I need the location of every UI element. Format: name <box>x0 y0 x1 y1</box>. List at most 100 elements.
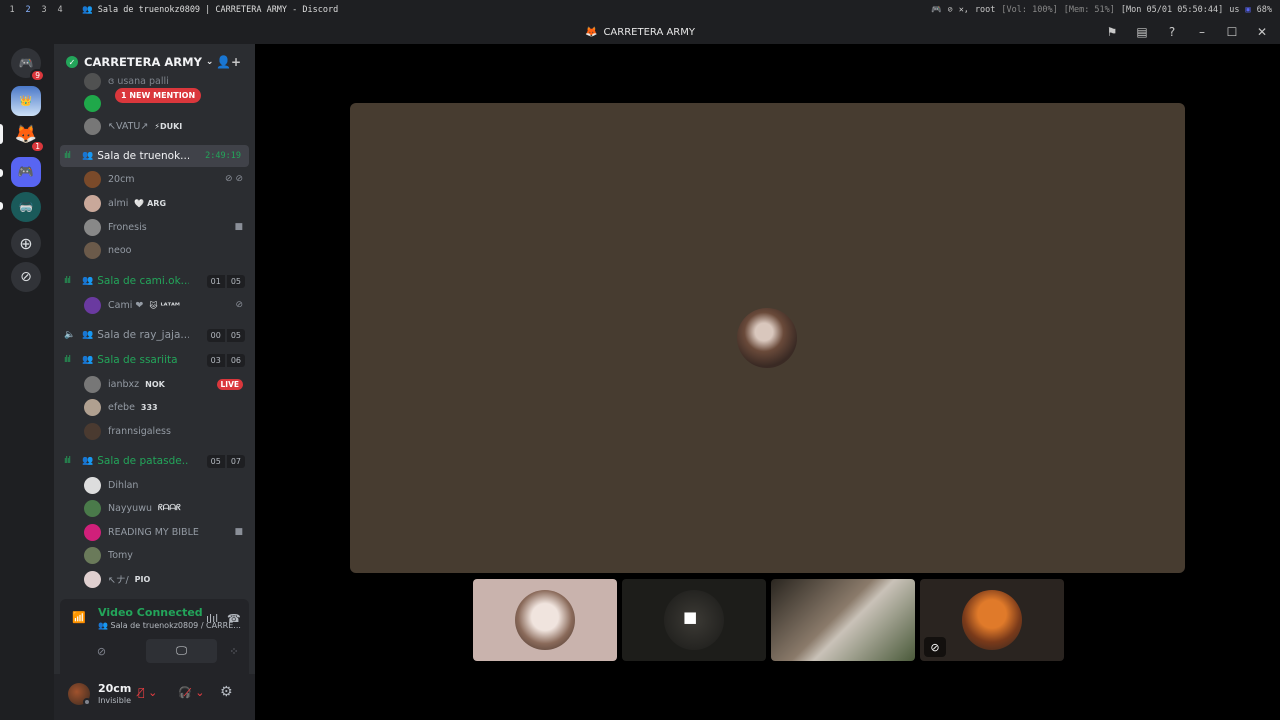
server-icon-discord[interactable]: 🎮 <box>11 157 41 187</box>
avatar <box>84 218 101 236</box>
status-dot <box>83 698 91 706</box>
voice-user[interactable]: ianbxz NOK LIVE <box>54 373 255 395</box>
voice-user[interactable]: 20cm ⊘ ⊘ <box>54 168 255 190</box>
muted-deafened-icon: ⊘ ⊘ <box>225 174 243 184</box>
avatar <box>84 499 101 517</box>
noise-suppression-icon[interactable]: ılıl <box>206 612 218 625</box>
avatar <box>84 476 101 494</box>
voice-channel[interactable]: ılıl 👥 Sala de patasde... 05 07 <box>54 450 255 472</box>
my-username[interactable]: 20cm <box>98 682 131 695</box>
deafened-icon[interactable]: 🎧̸ ⌄ <box>178 686 204 699</box>
participant-tile[interactable]: ⊘ <box>920 579 1064 661</box>
user-name: Cami ❤ <box>108 299 144 311</box>
voice-active-icon: ılıl <box>64 151 71 161</box>
server-icon-4[interactable]: 🥽 <box>11 192 41 222</box>
participant-tile[interactable] <box>473 579 617 661</box>
voice-channel[interactable]: ılıl 👥 Sala de truenok... 2:49:19 <box>60 145 249 167</box>
user-limit-counter: 05 07 <box>206 454 245 468</box>
user-count: 00 <box>206 328 225 342</box>
activities-button[interactable]: ⁘ <box>220 639 248 663</box>
window-title-bar: 🦊 CARRETERA ARMY ⚑ ▤ ? – ☐ ✕ <box>0 20 1280 44</box>
user-name: Dihlan <box>108 479 139 491</box>
user-limit: 07 <box>226 454 245 468</box>
voice-user[interactable]: READING MY BIBLE ■ <box>54 521 255 543</box>
channel-name: Sala de patasde... <box>97 455 190 467</box>
close-icon[interactable]: ✕ <box>1254 25 1270 39</box>
verified-icon: ✓ <box>66 56 78 68</box>
voice-user[interactable]: ↖ナ/ PIO <box>54 568 255 590</box>
minimize-icon[interactable]: – <box>1194 25 1210 39</box>
workspace-4[interactable]: 4 <box>52 5 68 15</box>
explore-servers-button[interactable]: ⊘ <box>11 262 41 292</box>
user-limit: 05 <box>226 274 245 288</box>
avatar <box>84 375 101 393</box>
user-panel: 20cm Invisible 🎙̸ ⌄ 🎧̸ ⌄ ⚙ <box>54 674 255 720</box>
voice-channel[interactable]: 🔈 👥 Sala de ray_jaja... 00 05 <box>54 324 255 346</box>
muted-icon: ⊘ <box>235 300 243 310</box>
direct-messages-button[interactable]: 🎮 9 <box>11 48 45 82</box>
voice-user[interactable]: ↖VATU↗ ⚡DUKI <box>54 115 255 137</box>
network-tray-icon[interactable]: ⊘ <box>948 5 953 15</box>
add-server-button[interactable]: ⊕ <box>11 228 41 258</box>
channel-name: Sala de ray_jaja... <box>97 329 190 341</box>
discord-tray-icon[interactable]: 🎮 <box>931 5 942 15</box>
help-icon[interactable]: ? <box>1164 25 1180 39</box>
user-name: neoo <box>108 244 132 256</box>
mask-icon: 🥽 <box>18 200 34 214</box>
voice-user[interactable]: Cami ❤ 🐱 ᴸᴬᵀᴬᴹ ⊘ <box>54 294 255 316</box>
voice-user[interactable]: efebe 333 <box>54 396 255 418</box>
camera-off-button[interactable]: ⊘ <box>66 639 137 663</box>
user-label: root <box>974 5 996 15</box>
signal-icon[interactable]: 📶 <box>72 611 86 624</box>
server-rail: 🎮 9 👑 🦊 1 🎮 🥽 ⊕ ⊘ <box>0 44 54 720</box>
inbox-icon[interactable]: ▤ <box>1134 25 1150 39</box>
voice-active-icon: ılıl <box>64 276 71 286</box>
maximize-icon[interactable]: ☐ <box>1224 25 1240 39</box>
active-window-title: 👥 Sala de truenokz0809 | CARRETERA ARMY … <box>82 5 339 15</box>
speaker-icon: 🔈 <box>64 330 75 340</box>
voice-user[interactable]: almi 🤍 ARG <box>54 192 255 214</box>
avatar <box>84 296 101 314</box>
user-limit: 06 <box>226 353 245 367</box>
workspace-1[interactable]: 1 <box>4 5 20 15</box>
server-icon-1[interactable]: 👑 <box>11 86 41 116</box>
user-limit-counter: 03 06 <box>206 353 245 367</box>
workspace-2[interactable]: 2 <box>20 5 36 15</box>
voice-user[interactable]: Nayyuwu ᖇᗩᗩᖇ <box>54 497 255 519</box>
disconnect-icon[interactable]: ☎ <box>227 612 241 625</box>
user-name: almi <box>108 197 129 209</box>
dm-badge: 9 <box>30 69 45 82</box>
mic-muted-icon[interactable]: 🎙̸ ⌄ <box>138 686 157 699</box>
user-limit-counter: 00 05 <box>206 328 245 342</box>
memory-readout: [Mem: 51%] <box>1063 5 1115 15</box>
server-carretera-army[interactable]: 🦊 1 <box>11 119 45 153</box>
voice-channel-link[interactable]: 👥 Sala de truenokz0809 / CARRE... <box>98 621 241 630</box>
voice-status[interactable]: Video Connected <box>98 606 203 619</box>
voice-channel[interactable]: ılıl 👥 Sala de cami.ok... 01 05 <box>54 270 255 292</box>
flag-icon[interactable]: ⚑ <box>1104 25 1120 39</box>
voice-user[interactable]: Fronesis ■ <box>54 216 255 238</box>
participant-tile[interactable]: ■ <box>622 579 766 661</box>
workspace-list[interactable]: 1 2 3 4 <box>4 5 68 15</box>
channel-timer: 2:49:19 <box>205 151 241 161</box>
window-title: CARRETERA ARMY <box>603 26 695 38</box>
voice-user[interactable]: Tomy <box>54 544 255 566</box>
avatar <box>737 308 797 368</box>
screen-share-button[interactable]: 🖵 <box>146 639 217 663</box>
new-mention-pill[interactable]: 1 NEW MENTION <box>115 88 202 103</box>
video-off-icon: ⊘ <box>924 637 946 657</box>
focused-participant-tile[interactable] <box>350 103 1185 573</box>
participant-tile[interactable] <box>771 579 915 661</box>
voice-user[interactable]: Dihlan <box>54 474 255 496</box>
voice-user[interactable]: frannsigaless <box>54 420 255 442</box>
voice-channel[interactable]: ılıl 👥 Sala de ssariita 03 06 <box>54 349 255 371</box>
user-tag: 🤍 ARG <box>134 198 167 208</box>
gear-icon[interactable]: ⚙ <box>220 684 233 700</box>
avatar <box>515 590 575 650</box>
workspace-3[interactable]: 3 <box>36 5 52 15</box>
invite-people-icon[interactable]: 👤+ <box>216 55 241 69</box>
user-count: 03 <box>206 353 225 367</box>
avatar <box>84 398 101 416</box>
voice-user[interactable]: neoo <box>54 239 255 261</box>
video-stage: ■ ⊘ <box>255 44 1280 720</box>
